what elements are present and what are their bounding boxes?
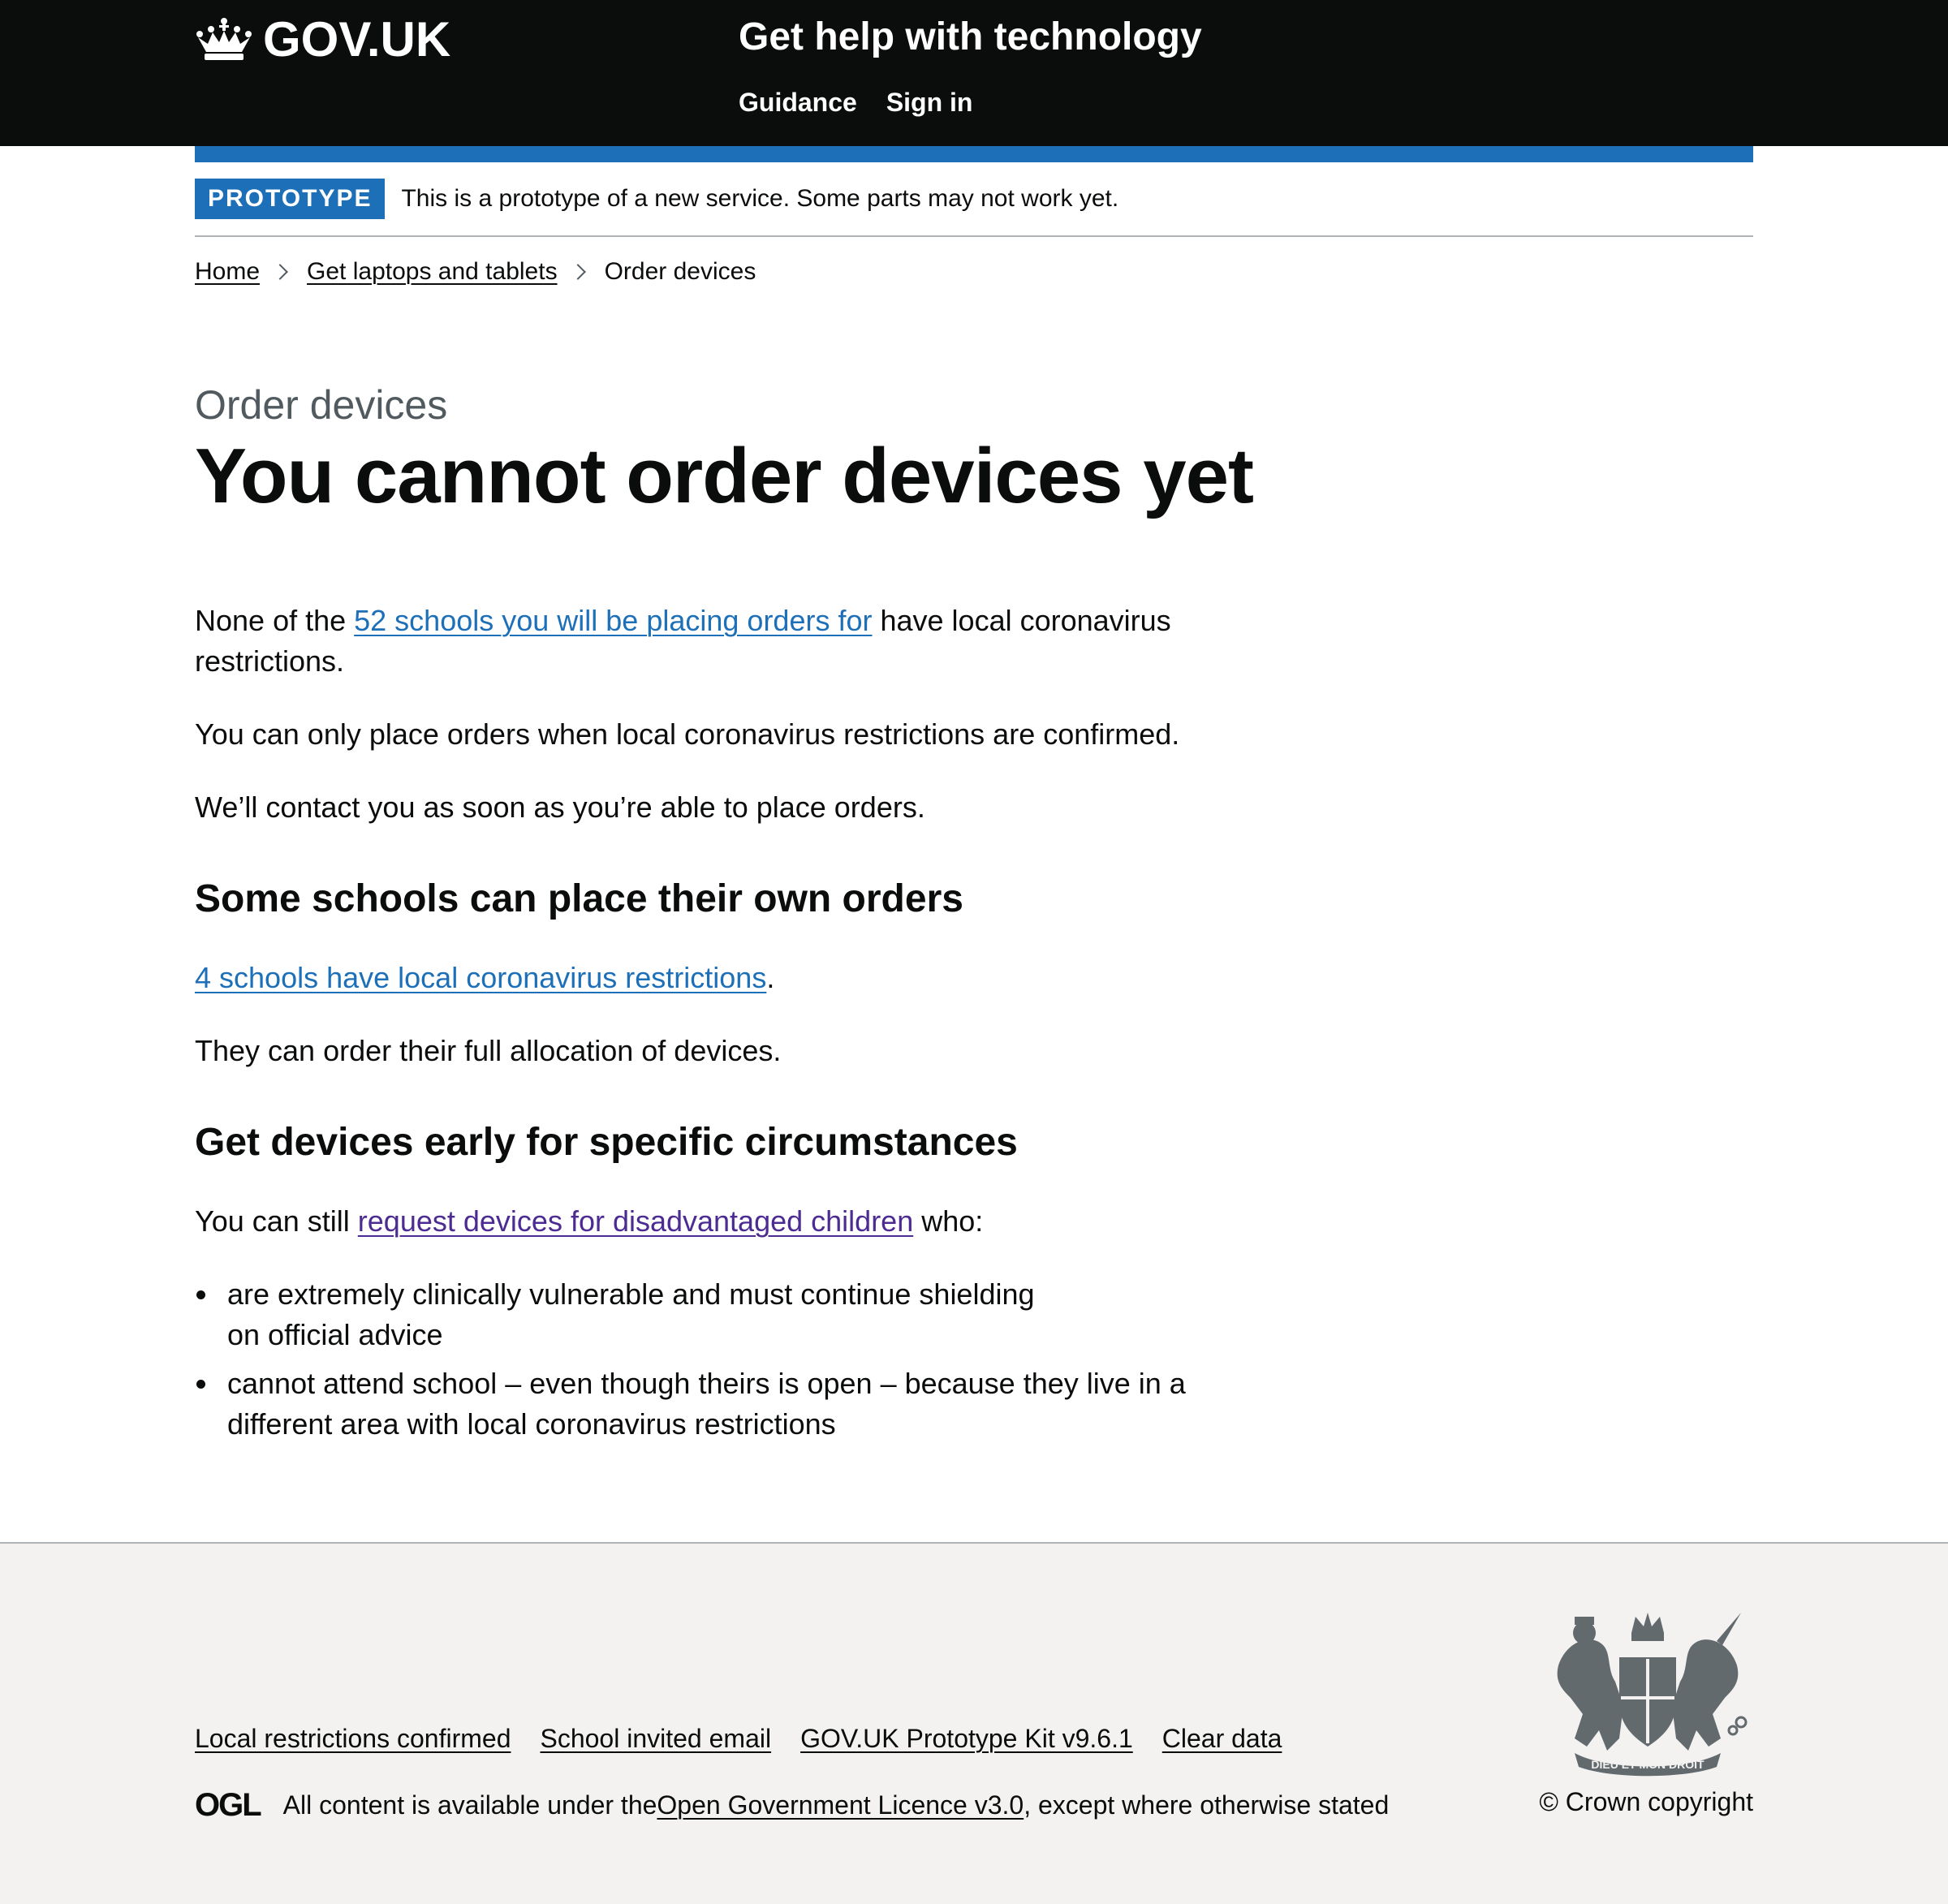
page-caption: Order devices [195, 382, 448, 428]
restrictions-paragraph: You can only place orders when local cor… [195, 717, 1180, 751]
header-blue-bar [195, 146, 1753, 162]
contact-paragraph: We’ll contact you as soon as you’re able… [195, 790, 925, 824]
footer-link-prototype-kit[interactable]: GOV.UK Prototype Kit v9.6.1 [800, 1724, 1133, 1754]
nav-sign-in[interactable]: Sign in [886, 88, 973, 118]
crown-copyright-link[interactable]: © Crown copyright [1539, 1787, 1753, 1816]
licence-after: , except where otherwise stated [1024, 1790, 1390, 1820]
service-name[interactable]: Get help with technology [739, 15, 1202, 59]
request-devices-link[interactable]: request devices for disadvantaged childr… [358, 1204, 913, 1238]
chevron-right-icon [272, 264, 288, 280]
footer-links: Local restrictions confirmed School invi… [195, 1724, 1282, 1754]
chevron-right-icon [569, 264, 586, 280]
breadcrumb-current: Order devices [604, 258, 756, 285]
footer-link-clear-data[interactable]: Clear data [1162, 1724, 1282, 1754]
schools-with-restrictions-link[interactable]: 4 schools have local coronavirus restric… [195, 961, 766, 994]
phase-text: This is a prototype of a new service. So… [401, 185, 1119, 212]
early-devices-heading: Get devices early for specific circumsta… [195, 1121, 1018, 1164]
circumstances-list: are extremely clinically vulnerable and … [195, 1274, 1234, 1453]
breadcrumb-home[interactable]: Home [195, 258, 260, 286]
own-orders-heading: Some schools can place their own orders [195, 877, 963, 920]
p6-before: You can still [195, 1204, 358, 1238]
footer-link-local-restrictions[interactable]: Local restrictions confirmed [195, 1724, 511, 1754]
govuk-logo-link[interactable]: GOV.UK [195, 11, 450, 67]
site-header: GOV.UK Get help with technology Guidance… [0, 0, 1948, 146]
nav-guidance[interactable]: Guidance [739, 88, 857, 118]
phase-tag: PROTOTYPE [195, 179, 386, 219]
crown-copyright: © Crown copyright [1539, 1787, 1753, 1817]
schools-restrictions-paragraph: 4 schools have local coronavirus restric… [195, 958, 1218, 998]
logo-text: GOV.UK [263, 12, 451, 67]
ogl-logo-icon: OGL [195, 1787, 262, 1823]
list-item: are extremely clinically vulnerable and … [195, 1274, 1071, 1355]
licence-before: All content is available under the [282, 1790, 657, 1820]
intro-paragraph: None of the 52 schools you will be placi… [195, 601, 1234, 682]
schools-list-link[interactable]: 52 schools you will be placing orders fo… [354, 604, 872, 637]
licence-statement: OGL All content is available under the O… [195, 1787, 1389, 1824]
p1-before: None of the [195, 604, 355, 637]
crest-motto-text: DIEU ET MON DROIT [1591, 1758, 1704, 1771]
breadcrumb: Home Get laptops and tablets Order devic… [195, 258, 756, 286]
page-title: You cannot order devices yet [195, 433, 1254, 519]
site-footer: Local restrictions confirmed School invi… [0, 1542, 1948, 1904]
crown-icon [196, 17, 252, 60]
p4-after: . [766, 961, 775, 994]
header-navigation: Guidance Sign in [739, 88, 972, 118]
royal-coat-of-arms-icon: DIEU ET MON DROIT [1557, 1613, 1748, 1777]
footer-link-school-invited-email[interactable]: School invited email [540, 1724, 771, 1754]
phase-banner: PROTOTYPE This is a prototype of a new s… [195, 179, 1753, 237]
p6-after: who: [913, 1204, 984, 1238]
open-government-licence-link[interactable]: Open Government Licence v3.0 [657, 1790, 1024, 1820]
breadcrumb-get-laptops[interactable]: Get laptops and tablets [307, 258, 558, 286]
request-devices-paragraph: You can still request devices for disadv… [195, 1201, 1218, 1242]
list-item: cannot attend school – even though their… [195, 1363, 1234, 1445]
full-allocation-paragraph: They can order their full allocation of … [195, 1034, 782, 1067]
